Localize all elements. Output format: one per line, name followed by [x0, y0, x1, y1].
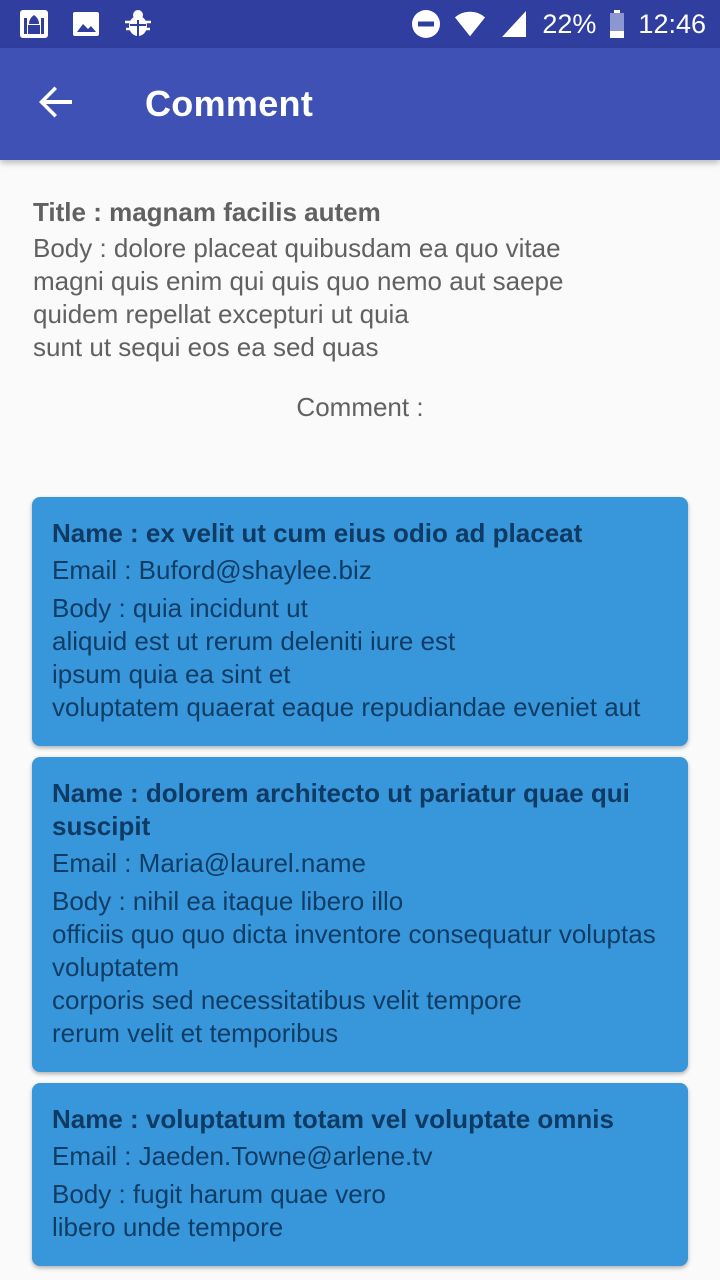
wifi-icon: [454, 8, 486, 40]
app-bar: Comment: [0, 48, 720, 160]
battery-icon: [608, 8, 626, 40]
comment-name: Name : ex velit ut cum eius odio ad plac…: [52, 518, 583, 548]
comment-card[interactable]: Name : voluptatum totam vel voluptate om…: [32, 1083, 688, 1266]
bug-icon: [122, 8, 154, 40]
do-not-disturb-icon: [410, 8, 442, 40]
post-title: Title : magnam facilis autem: [33, 197, 381, 227]
clock: 12:46: [638, 8, 706, 39]
post-body: Body : dolore placeat quibusdam ea quo v…: [33, 233, 564, 362]
notification-icons: [18, 8, 154, 40]
comment-body: Body : fugit harum quae vero libero unde…: [52, 1179, 386, 1242]
comment-email: Email : Jaeden.Towne@arlene.tv: [52, 1141, 433, 1171]
system-status: 22% 12:46: [410, 8, 706, 40]
comment-email: Email : Buford@shaylee.biz: [52, 555, 372, 585]
comment-name: Name : voluptatum totam vel voluptate om…: [52, 1104, 614, 1134]
content: Title : magnam facilis autem Body : dolo…: [0, 160, 720, 1277]
signal-icon: [498, 8, 530, 40]
back-button[interactable]: [0, 48, 112, 160]
comment-heading: Comment :: [296, 392, 424, 422]
battery-percent: 22%: [542, 8, 597, 39]
page-title: Comment: [145, 83, 314, 124]
comment-card[interactable]: Name : dolorem architecto ut pariatur qu…: [32, 757, 688, 1072]
mosque-app-icon: [18, 8, 50, 40]
comment-email: Email : Maria@laurel.name: [52, 848, 366, 878]
post-details: Title : magnam facilis autem Body : dolo…: [0, 160, 720, 364]
comment-card[interactable]: Name : ex velit ut cum eius odio ad plac…: [32, 497, 688, 746]
status-bar: 22% 12:46: [0, 0, 720, 48]
comment-name: Name : dolorem architecto ut pariatur qu…: [52, 778, 630, 841]
comment-list[interactable]: Name : ex velit ut cum eius odio ad plac…: [0, 497, 720, 1266]
comment-body: Body : nihil ea itaque libero illo offic…: [52, 886, 656, 1048]
arrow-back-icon: [38, 84, 74, 125]
image-icon: [70, 8, 102, 40]
comment-body: Body : quia incidunt ut aliquid est ut r…: [52, 593, 641, 722]
